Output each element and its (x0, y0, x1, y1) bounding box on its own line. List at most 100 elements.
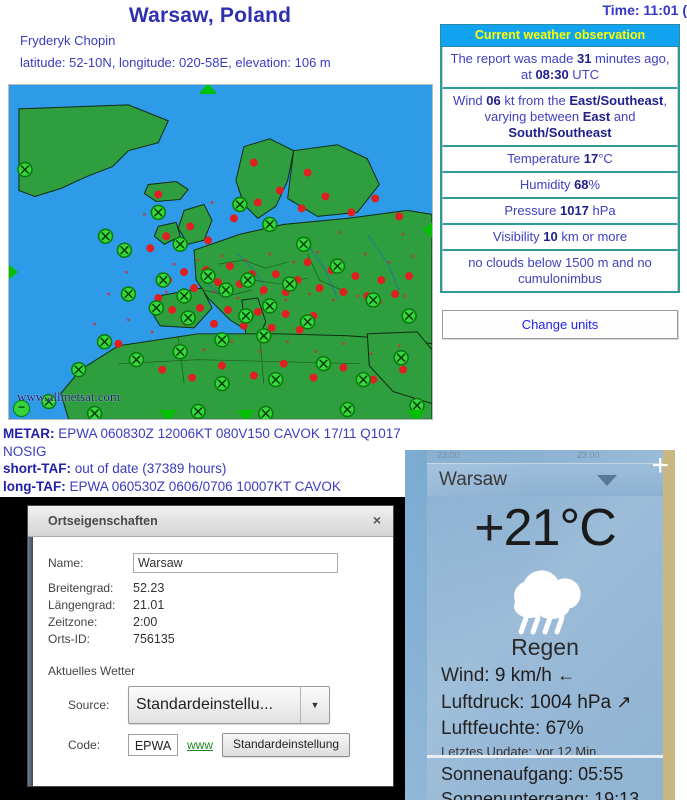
widget-faint-row: 23:00 23:00 (427, 450, 663, 464)
latitude-value: 52.23 (133, 581, 165, 595)
faint-time-right: 23:00 (577, 450, 600, 460)
map-pan-east-arrow[interactable] (423, 221, 432, 239)
metar-label: METAR: (3, 426, 55, 441)
dialog-body: Name: Breitengrad: 52.23 Längengrad: 21.… (28, 537, 393, 757)
observation-row-pressure: Pressure 1017 hPa (442, 199, 678, 225)
source-row: Source: Standardeinstellu... ▼ (68, 686, 393, 724)
map-pan-south-arrow-3[interactable] (407, 410, 425, 419)
ortseigenschaften-dialog: Ortseigenschaften × Name: Breitengrad: 5… (27, 505, 394, 787)
dialog-field-location-id: Orts-ID: 756135 (48, 632, 393, 646)
sunrise-label: Sonnenaufgang: (441, 764, 574, 784)
metar-value: EPWA 060830Z 12006KT 080V150 CAVOK 17/11… (3, 426, 401, 459)
dialog-field-latitude: Breitengrad: 52.23 (48, 581, 393, 595)
timezone-value: 2:00 (133, 615, 158, 629)
current-weather-section-title: Aktuelles Wetter (48, 664, 136, 678)
name-input[interactable] (133, 553, 338, 573)
longitude-value: 21.01 (133, 598, 165, 612)
short-taf-label: short-TAF: (3, 461, 71, 476)
observation-row-clouds: no clouds below 1500 m and no cumulonimb… (442, 251, 678, 291)
location-id-label: Orts-ID: (48, 632, 90, 646)
widget-temperature: +21°C (474, 499, 617, 557)
widget-condition: Regen (511, 634, 579, 660)
code-label: Code: (68, 738, 101, 752)
widget-header[interactable]: Warsaw (427, 463, 663, 496)
page-title: Warsaw, Poland (128, 4, 292, 27)
long-taf-value: EPWA 060530Z 0606/0706 10007KT CAVOK (69, 478, 341, 494)
metar-line: METAR: EPWA 060830Z 12006KT 080V150 CAVO… (3, 425, 440, 460)
map-graphic[interactable] (9, 85, 432, 419)
pressure-label: Luftdruck: (441, 692, 525, 713)
source-select[interactable]: Standardeinstellu... ▼ (128, 686, 330, 724)
pressure-value: 1004 hPa (529, 692, 612, 713)
widget-wind-row: Wind: 9 km/h ← (441, 662, 671, 689)
humidity-value: 67% (545, 718, 584, 739)
www-link[interactable]: www (187, 738, 213, 752)
code-input[interactable]: EPWA (128, 734, 178, 756)
source-select-value: Standardeinstellu... (136, 696, 273, 713)
short-taf-line: short-TAF: out of date (37389 hours) (3, 460, 440, 478)
humidity-value: 68 (574, 177, 589, 192)
widget-sun-info: Sonnenaufgang: 05:55 Sonnenuntergang: 19… (441, 762, 675, 800)
long-taf-label: long-TAF: (3, 478, 66, 494)
wind-speed: 06 (486, 93, 501, 108)
wind-direction-arrow-icon: ← (557, 665, 576, 685)
chevron-down-icon: ▼ (300, 687, 329, 723)
long-taf-line: long-TAF: EPWA 060530Z 0606/0706 10007KT… (3, 478, 440, 496)
temperature-value: 17 (583, 151, 599, 166)
observation-row-visibility: Visibility 10 km or more (442, 225, 678, 251)
report-minutes: 31 (576, 51, 592, 66)
observation-row-wind: Wind 06 kt from the East/Southeast, vary… (442, 89, 678, 147)
wind-var-to: South/Southeast (508, 125, 612, 140)
sunrise-value: 05:55 (578, 764, 624, 784)
station-name: Fryderyk Chopin (20, 33, 116, 48)
widget-measurements: Wind: 9 km/h ← Luftdruck: 1004 hPa ↗ Luf… (441, 662, 671, 762)
map-zoom-out-button[interactable]: − (13, 400, 30, 417)
station-coordinates: latitude: 52-10N, longitude: 020-58E, el… (20, 55, 331, 70)
location-id-value: 756135 (133, 632, 175, 646)
visibility-value: 10 (543, 229, 558, 244)
observation-row-report-time: The report was made 31 minutes ago, at 0… (442, 47, 678, 89)
metar-block: METAR: EPWA 060830Z 12006KT 080V150 CAVO… (0, 425, 440, 497)
map-pan-north-arrow[interactable] (199, 85, 217, 94)
default-settings-button[interactable]: Standardeinstellung (222, 733, 351, 757)
widget-update-row: Letztes Update: vor 12 Min. (441, 742, 671, 762)
wind-value: 9 km/h (494, 665, 552, 686)
weather-widget: 23:00 23:00 Warsaw + +21°C Regen Wind: 9… (405, 450, 675, 800)
station-map[interactable]: www.allmetsat.com − (8, 84, 433, 420)
faint-time-left: 23:00 (437, 450, 460, 460)
close-icon[interactable]: × (373, 512, 381, 528)
observation-table: Current weather observation The report w… (440, 24, 680, 293)
pressure-trend-arrow-icon: ↗ (616, 692, 632, 712)
name-label: Name: (48, 556, 84, 570)
dialog-field-longitude: Längengrad: 21.01 (48, 598, 393, 612)
add-location-button[interactable]: + (651, 451, 669, 481)
station-info-panel: Warsaw, Poland Fryderyk Chopin latitude:… (0, 0, 440, 425)
wind-direction: East/Southeast (569, 93, 664, 108)
wind-var-from: East (582, 109, 611, 124)
sunset-value: 19:13 (594, 789, 640, 800)
change-units-button[interactable]: Change units (442, 310, 678, 339)
wind-label: Wind: (441, 665, 490, 686)
map-pan-south-arrow[interactable] (159, 410, 177, 419)
local-time-label: Time: 11:01 ( (602, 2, 687, 18)
widget-sunrise-row: Sonnenaufgang: 05:55 (441, 762, 675, 787)
short-taf-value: out of date (37389 hours) (74, 461, 227, 476)
current-observation-panel: Time: 11:01 ( Current weather observatio… (436, 0, 687, 440)
widget-humidity-row: Luftfeuchte: 67% (441, 716, 671, 742)
dialog-title: Ortseigenschaften (48, 514, 158, 528)
observation-row-humidity: Humidity 68% (442, 173, 678, 199)
source-label: Source: (68, 698, 110, 712)
timezone-label: Zeitzone: (48, 615, 98, 629)
widget-left-edge (405, 450, 427, 800)
dialog-field-timezone: Zeitzone: 2:00 (48, 615, 393, 629)
sunset-label: Sonnenuntergang: (441, 789, 590, 800)
map-watermark: www.allmetsat.com (17, 389, 121, 404)
observation-header: Current weather observation (440, 24, 680, 47)
map-pan-west-arrow[interactable] (9, 263, 18, 281)
dialog-field-name: Name: (48, 553, 393, 573)
chevron-down-icon[interactable] (597, 475, 617, 486)
code-row: Code: EPWA www Standardeinstellung (68, 733, 393, 757)
report-time: 08:30 (535, 67, 569, 82)
map-pan-south-arrow-2[interactable] (237, 410, 255, 419)
dialog-titlebar[interactable]: Ortseigenschaften × (28, 506, 393, 537)
